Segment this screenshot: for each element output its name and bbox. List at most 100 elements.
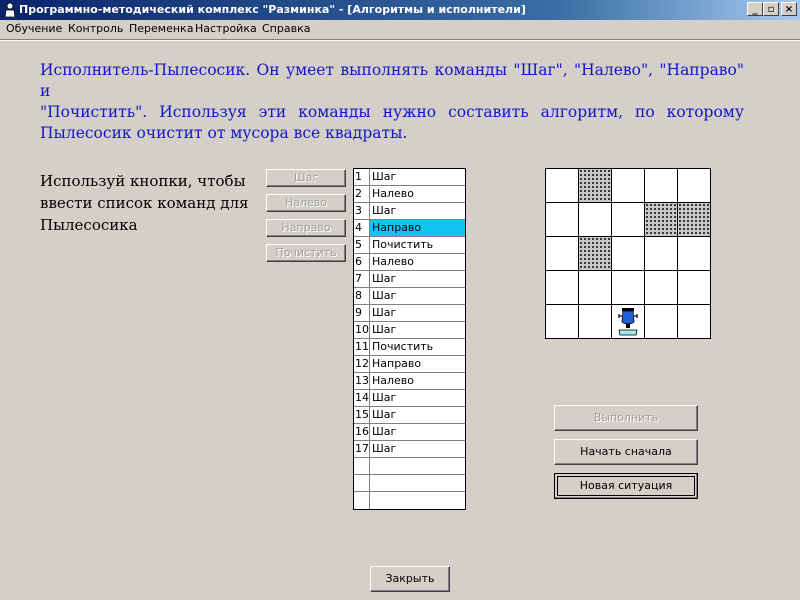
command-list[interactable]: 1 Шаг 2 Налево 3 Шаг 4 Направо 5 Почистить 6 Налево… <box>353 168 466 510</box>
grid-cell <box>546 305 578 338</box>
command-number <box>354 458 370 474</box>
turn-right-button[interactable]: Направо <box>266 219 346 237</box>
command-number: 15 <box>355 407 370 423</box>
menu-item-settings[interactable]: Настройка <box>195 20 257 38</box>
command-row[interactable] <box>354 475 465 492</box>
title-bar[interactable]: Программно-методический комплекс "Размин… <box>0 0 800 20</box>
command-row[interactable]: 8 Шаг <box>354 288 465 305</box>
menu-item-control[interactable]: Контроль <box>68 20 123 38</box>
dirty-cell <box>645 203 677 236</box>
grid-cell <box>645 237 677 270</box>
command-row[interactable]: 5 Почистить <box>354 237 465 254</box>
command-row[interactable]: 17 Шаг <box>354 441 465 458</box>
command-name: Налево <box>372 187 415 200</box>
command-number: 4 <box>354 220 370 236</box>
command-row[interactable]: 15 Шаг <box>354 407 465 424</box>
grid-cell <box>645 169 677 202</box>
command-name: Шаг <box>372 408 397 421</box>
command-name: Шаг <box>372 391 397 404</box>
turn-left-button[interactable]: Налево <box>266 194 346 212</box>
grid-cell <box>612 271 644 304</box>
hint-text: Используй кнопки, чтобы ввести список ко… <box>40 172 249 234</box>
restart-button[interactable]: Начать сначала <box>554 439 698 465</box>
grid-cell <box>579 305 611 338</box>
step-button[interactable]: Шаг <box>266 169 346 187</box>
command-number: 17 <box>355 441 370 457</box>
command-number: 12 <box>355 356 370 372</box>
command-row[interactable]: 7 Шаг <box>354 271 465 288</box>
command-row[interactable]: 11 Почистить <box>354 339 465 356</box>
command-number <box>354 475 370 491</box>
close-window-button[interactable]: × <box>781 2 797 16</box>
command-name: Почистить <box>372 340 434 353</box>
command-row[interactable]: 4 Направо <box>354 220 465 237</box>
command-row[interactable]: 14 Шаг <box>354 390 465 407</box>
command-number: 11 <box>355 339 370 355</box>
command-number: 1 <box>354 169 370 185</box>
command-row[interactable]: 16 Шаг <box>354 424 465 441</box>
minimize-button[interactable]: _ <box>747 2 763 16</box>
instruction-line: Пылесосик очистит от мусора все квадраты… <box>40 124 408 142</box>
grid-cell <box>612 305 644 338</box>
grid-cell <box>546 237 578 270</box>
grid-cell <box>612 169 644 202</box>
command-row[interactable]: 6 Налево <box>354 254 465 271</box>
command-row[interactable]: 12 Направо <box>354 356 465 373</box>
command-number: 10 <box>355 322 370 338</box>
command-row[interactable]: 9 Шаг <box>354 305 465 322</box>
instruction-line: Исполнитель-Пылесосик. Он умеет выполнят… <box>40 61 744 100</box>
grid-cell <box>546 203 578 236</box>
menu-item-break[interactable]: Переменка <box>129 20 193 38</box>
command-number: 2 <box>354 186 370 202</box>
command-row[interactable] <box>354 458 465 475</box>
grid-cell <box>612 237 644 270</box>
execute-button[interactable]: Выполнить <box>554 405 698 431</box>
command-name: Налево <box>372 255 415 268</box>
command-number: 8 <box>354 288 370 304</box>
command-number: 9 <box>354 305 370 321</box>
instruction-line: "Почистить". Используя эти команды нужно… <box>40 103 744 121</box>
command-name <box>370 492 465 509</box>
menu-item-learning[interactable]: Обучение <box>6 20 62 38</box>
clean-button[interactable]: Почистить <box>266 244 346 262</box>
restore-button[interactable]: ▫ <box>763 2 779 16</box>
command-name <box>370 458 465 474</box>
command-row[interactable]: 3 Шаг <box>354 203 465 220</box>
command-number: 5 <box>354 237 370 253</box>
new-situation-button[interactable]: Новая ситуация <box>554 473 698 499</box>
command-name: Шаг <box>372 323 397 336</box>
grid-cell <box>546 271 578 304</box>
command-row[interactable]: 10 Шаг <box>354 322 465 339</box>
command-number: 16 <box>355 424 370 440</box>
command-number: 13 <box>355 373 370 389</box>
command-row[interactable]: 1 Шаг <box>354 169 465 186</box>
menu-separator <box>0 39 800 41</box>
command-number: 6 <box>354 254 370 270</box>
command-name: Шаг <box>372 425 397 438</box>
command-name: Почистить <box>372 238 434 251</box>
command-name: Налево <box>372 374 415 387</box>
menu-bar: Обучение Контроль Переменка Настройка Сп… <box>0 20 800 38</box>
command-number <box>354 492 370 509</box>
menu-item-help[interactable]: Справка <box>262 20 310 38</box>
grid-cell <box>678 237 710 270</box>
command-name: Шаг <box>372 204 397 217</box>
window-title: Программно-методический комплекс "Размин… <box>19 3 526 16</box>
command-row[interactable] <box>354 492 465 509</box>
grid-cell <box>612 203 644 236</box>
grid-cell <box>678 169 710 202</box>
command-name: Шаг <box>372 442 397 455</box>
command-row[interactable]: 13 Налево <box>354 373 465 390</box>
grid-cell <box>645 271 677 304</box>
grid-cell <box>579 203 611 236</box>
dirty-cell <box>678 203 710 236</box>
command-number: 3 <box>354 203 370 219</box>
grid-cell <box>546 169 578 202</box>
dirty-cell <box>579 237 611 270</box>
command-row[interactable]: 2 Налево <box>354 186 465 203</box>
command-name: Шаг <box>372 306 397 319</box>
command-name: Направо <box>372 357 422 370</box>
command-name <box>370 475 465 491</box>
app-icon <box>4 2 16 17</box>
close-button[interactable]: Закрыть <box>370 566 450 592</box>
